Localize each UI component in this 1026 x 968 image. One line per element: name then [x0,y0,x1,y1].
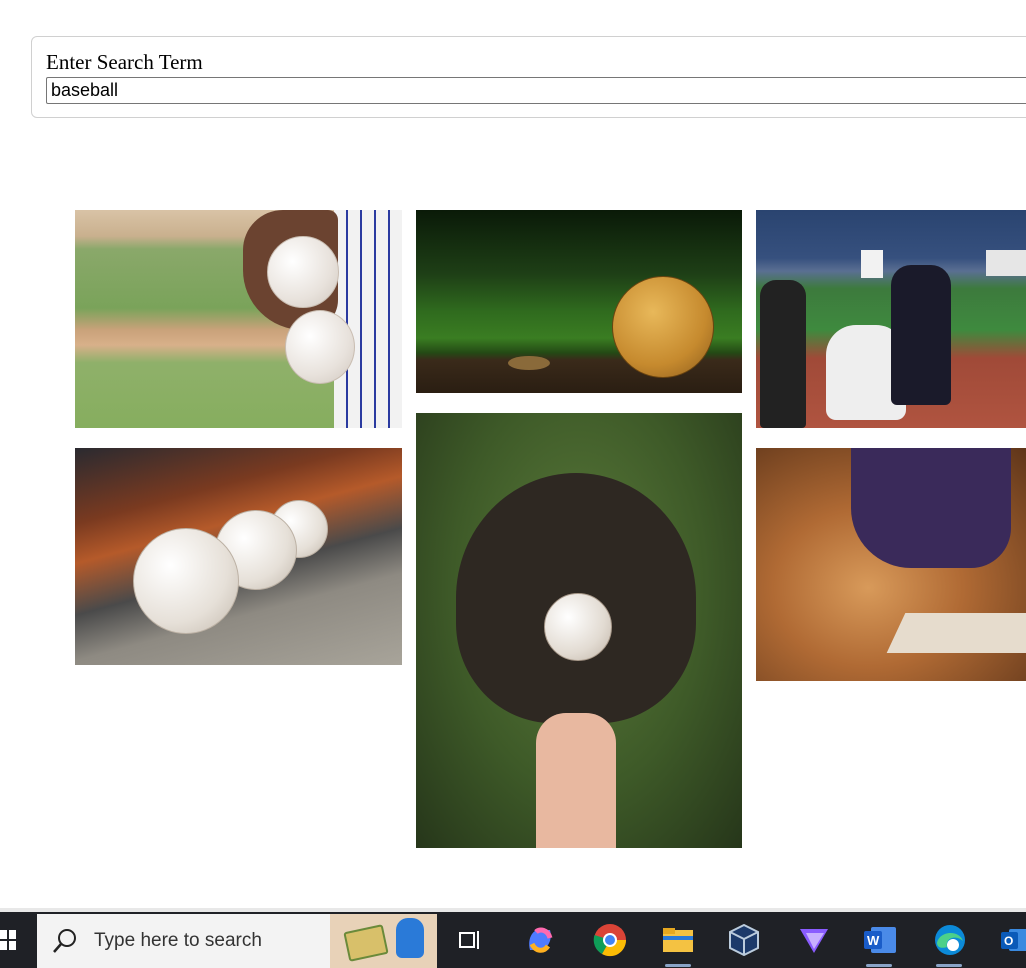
search-label: Enter Search Term [46,50,203,74]
file-explorer-active-indicator [665,964,691,967]
chrome-icon[interactable] [592,922,628,958]
svg-text:O: O [1004,934,1013,948]
search-input[interactable] [46,77,1026,104]
gallery-image-6[interactable] [756,448,1026,681]
gallery-image-1[interactable] [75,210,402,428]
taskbar-search-placeholder: Type here to search [94,930,262,951]
gallery-image-4[interactable] [75,448,402,665]
edge-active-indicator [936,964,962,967]
proton-vpn-icon[interactable] [796,922,832,958]
backpack-icon [396,918,424,958]
gallery-image-5[interactable] [416,413,742,848]
virtualbox-icon[interactable] [726,922,762,958]
file-explorer-icon[interactable] [660,922,696,958]
windows-start-icon[interactable] [0,930,16,950]
gallery-image-3[interactable] [756,210,1026,428]
outlook-icon[interactable]: O [998,922,1026,958]
copilot-icon[interactable] [522,922,558,958]
word-active-indicator [866,964,892,967]
search-icon [53,929,76,953]
task-view-icon[interactable] [452,922,488,958]
edge-icon[interactable] [932,922,968,958]
word-icon[interactable]: W [862,922,898,958]
gallery-image-2[interactable] [416,210,742,393]
svg-text:W: W [867,933,880,948]
